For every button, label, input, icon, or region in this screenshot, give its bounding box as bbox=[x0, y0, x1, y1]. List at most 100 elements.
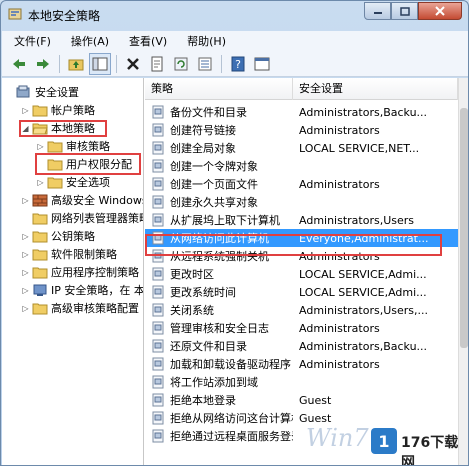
properties-button[interactable] bbox=[146, 53, 168, 75]
table-row[interactable]: 更改时区 LOCAL SERVICE,Admi... bbox=[145, 265, 458, 283]
column-header-setting[interactable]: 安全设置 bbox=[293, 78, 458, 100]
toolbar: ? bbox=[2, 51, 468, 77]
column-header-policy[interactable]: 策略 bbox=[145, 78, 293, 100]
tree-expander[interactable]: ▷ bbox=[21, 286, 30, 295]
table-row[interactable]: 加载和卸载设备驱动程序 Administrators bbox=[145, 355, 458, 373]
table-row[interactable]: 拒绝本地登录 Guest bbox=[145, 391, 458, 409]
navigation-tree[interactable]: 安全设置 ▷ 帐户策略 ◢ 本地策略 ▷ 审核策略 用户权限分配 ▷ 安全选项 … bbox=[2, 78, 144, 465]
tree-item-public-key-policy[interactable]: ▷ 公钥策略 bbox=[21, 227, 95, 245]
tree-expander[interactable]: ▷ bbox=[21, 268, 30, 277]
policy-name: 创建一个令牌对象 bbox=[170, 160, 258, 173]
security-setting-cell: Administrators bbox=[299, 357, 380, 371]
table-row[interactable]: 从远程系统强制关机 Administrators bbox=[145, 247, 458, 265]
tree-item-windows-firewall[interactable]: ▷ 高级安全 Windows bbox=[21, 191, 143, 209]
tree-item-ip-security[interactable]: ▷ IP 安全策略，在 本 bbox=[21, 281, 144, 299]
menu-help[interactable]: 帮助(H) bbox=[175, 33, 234, 49]
tree-expander[interactable]: ▷ bbox=[21, 232, 30, 241]
policy-item-icon bbox=[152, 159, 164, 173]
folder-open-icon bbox=[32, 123, 48, 134]
table-row[interactable]: 从扩展坞上取下计算机 Administrators,Users bbox=[145, 211, 458, 229]
close-icon bbox=[435, 6, 445, 16]
policy-item-icon bbox=[152, 303, 164, 317]
menu-action[interactable]: 操作(A) bbox=[59, 33, 117, 49]
table-row[interactable]: 管理审核和安全日志 Administrators bbox=[145, 319, 458, 337]
help-icon: ? bbox=[231, 56, 245, 71]
tree-item-label: 安全选项 bbox=[66, 176, 110, 189]
table-row[interactable]: 创建一个页面文件 Administrators bbox=[145, 175, 458, 193]
tree-expander[interactable]: ▷ bbox=[36, 142, 45, 151]
export-list-icon bbox=[198, 57, 212, 70]
table-row[interactable]: 更改系统时间 LOCAL SERVICE,Admi... bbox=[145, 283, 458, 301]
tree-expander[interactable]: ▷ bbox=[21, 196, 30, 205]
policy-name: 还原文件和目录 bbox=[170, 340, 247, 353]
table-row-selected[interactable]: 从网络访问此计算机 Everyone,Administrat... bbox=[145, 229, 458, 247]
security-setting-cell: Everyone,Administrat... bbox=[299, 231, 429, 245]
help-button[interactable]: ? bbox=[227, 53, 249, 75]
tree-item-user-rights-assignment[interactable]: 用户权限分配 bbox=[36, 155, 132, 173]
forward-button[interactable] bbox=[32, 53, 54, 75]
security-setting-cell: Administrators,Backu... bbox=[299, 339, 428, 353]
table-row[interactable]: 创建全局对象 LOCAL SERVICE,NET... bbox=[145, 139, 458, 157]
policy-name: 拒绝本地登录 bbox=[170, 394, 236, 407]
policy-item-icon bbox=[152, 105, 164, 119]
folder-icon bbox=[47, 159, 63, 170]
app-window: 本地安全策略 文件(F) 操作(A) 查看(V) 帮助(H) ? 安全设置 ▷ … bbox=[0, 0, 469, 466]
security-setting-cell: Guest bbox=[299, 393, 332, 407]
tree-item-application-control[interactable]: ▷ 应用程序控制策略 bbox=[21, 263, 139, 281]
refresh-button[interactable] bbox=[170, 53, 192, 75]
maximize-button[interactable] bbox=[391, 2, 418, 20]
toolbar-separator bbox=[221, 54, 222, 73]
tree-item-account-policy[interactable]: ▷ 帐户策略 bbox=[21, 101, 95, 119]
tree-item-local-policy[interactable]: ◢ 本地策略 bbox=[21, 119, 95, 137]
tree-expander[interactable]: ▷ bbox=[21, 106, 30, 115]
back-arrow-icon bbox=[13, 58, 25, 69]
tree-item-security-settings[interactable]: 安全设置 bbox=[5, 83, 79, 101]
close-button[interactable] bbox=[418, 2, 462, 20]
table-row[interactable]: 创建永久共享对象 bbox=[145, 193, 458, 211]
policy-item-icon bbox=[152, 411, 164, 425]
table-row[interactable]: 将工作站添加到域 bbox=[145, 373, 458, 391]
show-hide-tree-button[interactable] bbox=[89, 52, 111, 75]
tree-item-advanced-audit[interactable]: ▷ 高级审核策略配置 bbox=[21, 299, 139, 317]
policy-name-cell: 将工作站添加到域 bbox=[145, 374, 293, 390]
table-row[interactable]: 创建一个令牌对象 bbox=[145, 157, 458, 175]
tree-item-network-list-manager[interactable]: 网络列表管理器策略 bbox=[21, 209, 143, 227]
security-setting-cell: Administrators,Backu... bbox=[299, 105, 428, 119]
window-title: 本地安全策略 bbox=[28, 9, 101, 23]
tree-expander[interactable]: ▷ bbox=[36, 178, 45, 187]
table-row[interactable]: 关闭系统 Administrators,Users,... bbox=[145, 301, 458, 319]
vertical-scrollbar[interactable] bbox=[458, 78, 468, 465]
back-button[interactable] bbox=[8, 53, 30, 75]
title-bar[interactable]: 本地安全策略 bbox=[1, 1, 468, 27]
up-level-button[interactable] bbox=[65, 53, 87, 75]
tree-item-software-restriction[interactable]: ▷ 软件限制策略 bbox=[21, 245, 117, 263]
policy-name-cell: 从扩展坞上取下计算机 bbox=[145, 212, 293, 228]
list-header: 策略 安全设置 bbox=[145, 78, 458, 100]
export-list-button[interactable] bbox=[194, 53, 216, 75]
minimize-button[interactable] bbox=[364, 2, 391, 20]
scrollbar-thumb[interactable] bbox=[460, 108, 468, 348]
table-row[interactable]: 备份文件和目录 Administrators,Backu... bbox=[145, 103, 458, 121]
policy-name-cell: 创建全局对象 bbox=[145, 140, 293, 156]
folder-icon bbox=[32, 267, 48, 278]
policy-name: 更改时区 bbox=[170, 268, 214, 281]
folder-icon bbox=[32, 303, 48, 314]
tree-item-label: 软件限制策略 bbox=[51, 248, 117, 261]
tree-item-security-options[interactable]: ▷ 安全选项 bbox=[36, 173, 110, 191]
maximize-icon bbox=[399, 6, 410, 16]
delete-icon bbox=[127, 57, 139, 70]
delete-button[interactable] bbox=[122, 53, 144, 75]
tree-item-label: IP 安全策略，在 本 bbox=[51, 284, 144, 297]
policy-name-cell: 创建一个令牌对象 bbox=[145, 158, 293, 174]
menu-file[interactable]: 文件(F) bbox=[2, 33, 59, 49]
tree-expander[interactable]: ▷ bbox=[21, 250, 30, 259]
tree-expander[interactable]: ▷ bbox=[21, 304, 30, 313]
tree-item-audit-policy[interactable]: ▷ 审核策略 bbox=[36, 137, 110, 155]
console-button[interactable] bbox=[251, 53, 273, 75]
policy-name-cell: 创建符号链接 bbox=[145, 122, 293, 138]
tree-expander[interactable]: ◢ bbox=[21, 124, 30, 133]
menu-view[interactable]: 查看(V) bbox=[117, 33, 175, 49]
table-row[interactable]: 还原文件和目录 Administrators,Backu... bbox=[145, 337, 458, 355]
table-row[interactable]: 创建符号链接 Administrators bbox=[145, 121, 458, 139]
policy-list[interactable]: 策略 安全设置 备份文件和目录 Administrators,Backu... 创建… bbox=[145, 78, 458, 465]
